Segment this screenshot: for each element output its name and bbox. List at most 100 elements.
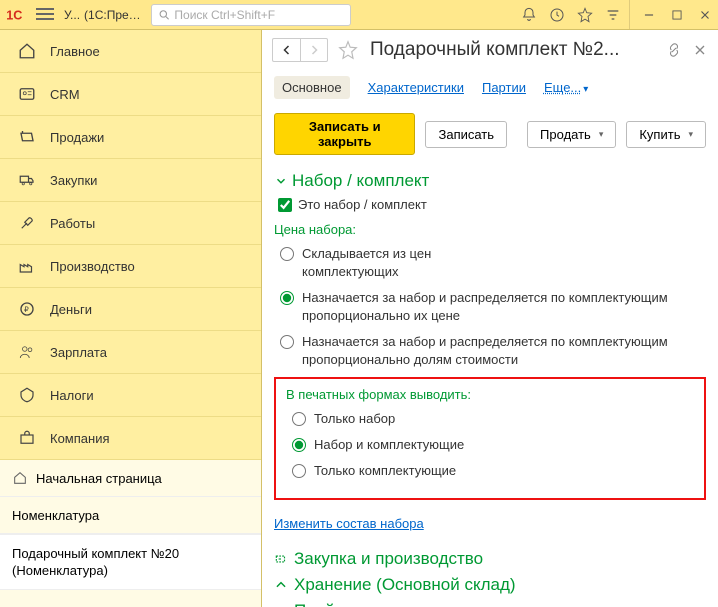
search-box[interactable] [151, 4, 351, 26]
sidebar-item-crm[interactable]: CRM [0, 73, 261, 116]
price-option-label: Складывается из цен комплектующих [302, 245, 460, 281]
price-option-2[interactable]: Назначается за набор и распределяется по… [280, 333, 706, 369]
chevron-down-icon: ▾ [599, 129, 604, 140]
tab-characteristics[interactable]: Характеристики [368, 80, 464, 95]
link-icon[interactable] [666, 42, 682, 58]
section-set-header[interactable]: Набор / комплект [274, 171, 706, 191]
section-label: Номенклатура [12, 508, 99, 523]
page-title: Подарочный комплект №2... [368, 39, 660, 61]
sidebar-breadcrumb[interactable]: Подарочный комплект №20 (Номенклатура) [0, 534, 261, 590]
sidebar: Главное CRM Продажи Закупки Работы Произ… [0, 30, 262, 607]
tools-icon [18, 214, 36, 232]
sidebar-item-salary[interactable]: Зарплата [0, 331, 261, 374]
print-option-0[interactable]: Только набор [292, 410, 694, 428]
sidebar-item-label: Работы [50, 216, 95, 231]
sidebar-item-sales[interactable]: Продажи [0, 116, 261, 159]
star-icon[interactable] [577, 7, 593, 23]
is-set-checkbox-row[interactable]: Это набор / комплект [278, 197, 706, 212]
sidebar-item-works[interactable]: Работы [0, 202, 261, 245]
sidebar-item-main[interactable]: Главное [0, 30, 261, 73]
bag-icon [18, 429, 36, 447]
price-radio-0[interactable] [280, 247, 294, 261]
price-option-1[interactable]: Назначается за набор и распределяется по… [280, 289, 706, 325]
save-button[interactable]: Записать [425, 121, 507, 148]
home-small-icon [12, 470, 28, 486]
menu-icon[interactable] [36, 8, 54, 22]
tax-icon [18, 386, 36, 404]
sidebar-item-company[interactable]: Компания [0, 417, 261, 460]
edit-set-link[interactable]: Изменить состав набора [274, 516, 424, 531]
tab-more[interactable]: Еще...▾ [544, 80, 588, 95]
section-pricelist-label: Прайс-лист [294, 601, 385, 607]
sidebar-item-production[interactable]: Производство [0, 245, 261, 288]
section-purchase[interactable]: Закупка и производство [274, 549, 706, 569]
cart-icon [18, 128, 36, 146]
print-radio-1[interactable] [292, 438, 306, 452]
print-radio-2[interactable] [292, 464, 306, 478]
content-header: Подарочный комплект №2... [262, 30, 718, 70]
clock-icon[interactable] [549, 7, 565, 23]
price-radio-group: Складывается из цен комплектующих Назнач… [280, 245, 706, 369]
sidebar-item-label: Главное [50, 44, 100, 59]
close-tab-icon[interactable] [692, 42, 708, 58]
section-pricelist[interactable]: Прайс-лист [274, 601, 706, 607]
print-option-label: Только набор [314, 410, 694, 428]
filter-icon[interactable] [605, 7, 621, 23]
nav-back-button[interactable] [272, 38, 300, 62]
id-icon [18, 85, 36, 103]
toolbar: Записать и закрыть Записать Продать▾ Куп… [262, 113, 718, 167]
price-radio-2[interactable] [280, 335, 294, 349]
sidebar-item-taxes[interactable]: Налоги [0, 374, 261, 417]
buy-label: Купить [639, 127, 680, 142]
is-set-label: Это набор / комплект [298, 197, 427, 212]
save-close-button[interactable]: Записать и закрыть [274, 113, 415, 155]
sidebar-section[interactable]: Номенклатура [0, 497, 261, 534]
window-title-short: У... [64, 8, 80, 22]
section-storage-label: Хранение (Основной склад) [294, 575, 516, 595]
close-icon[interactable] [698, 8, 712, 22]
factory-icon [18, 257, 36, 275]
maximize-icon[interactable] [670, 8, 684, 22]
home-icon [18, 42, 36, 60]
section-storage[interactable]: Хранение (Основной склад) [274, 575, 706, 595]
tabs: Основное Характеристики Партии Еще...▾ [262, 70, 718, 113]
favorite-star-icon[interactable] [338, 40, 358, 60]
buy-button[interactable]: Купить ▾ [626, 121, 706, 148]
chevron-down-icon: ▾ [583, 84, 588, 95]
tab-batches[interactable]: Партии [482, 80, 526, 95]
print-radio-0[interactable] [292, 412, 306, 426]
sidebar-item-purchases[interactable]: Закупки [0, 159, 261, 202]
search-input[interactable] [174, 8, 343, 22]
titlebar: 1С У... (1С:Пре… [0, 0, 718, 30]
content: Подарочный комплект №2... Основное Харак… [262, 30, 718, 607]
is-set-checkbox[interactable] [278, 198, 292, 212]
nav-forward-button[interactable] [300, 38, 328, 62]
price-option-label: Назначается за набор и распределяется по… [302, 289, 706, 325]
section-set-label: Набор / комплект [292, 171, 429, 191]
people-icon [18, 343, 36, 361]
chevron-down-icon: ▾ [688, 129, 693, 140]
coin-icon: ₽ [18, 300, 36, 318]
chevron-right-icon [274, 578, 288, 592]
price-label: Цена набора: [274, 222, 706, 237]
truck-icon [18, 171, 36, 189]
bell-icon[interactable] [521, 7, 537, 23]
sidebar-item-label: CRM [50, 87, 80, 102]
print-label: В печатных формах выводить: [286, 387, 694, 402]
chevron-right-icon [274, 552, 288, 566]
print-option-2[interactable]: Только комплектующие [292, 462, 694, 480]
sidebar-startpage[interactable]: Начальная страница [0, 460, 261, 497]
print-option-label: Набор и комплектующие [314, 436, 694, 454]
price-option-0[interactable]: Складывается из цен комплектующих [280, 245, 460, 281]
chevron-down-icon [274, 174, 288, 188]
app-logo: 1С [6, 6, 28, 24]
svg-text:₽: ₽ [24, 305, 29, 314]
sidebar-item-label: Продажи [50, 130, 104, 145]
price-radio-1[interactable] [280, 291, 294, 305]
minimize-icon[interactable] [642, 8, 656, 22]
tab-main[interactable]: Основное [274, 76, 350, 99]
print-option-1[interactable]: Набор и комплектующие [292, 436, 694, 454]
sidebar-item-money[interactable]: ₽Деньги [0, 288, 261, 331]
more-label: Еще... [544, 80, 581, 95]
sell-button[interactable]: Продать▾ [527, 121, 616, 148]
